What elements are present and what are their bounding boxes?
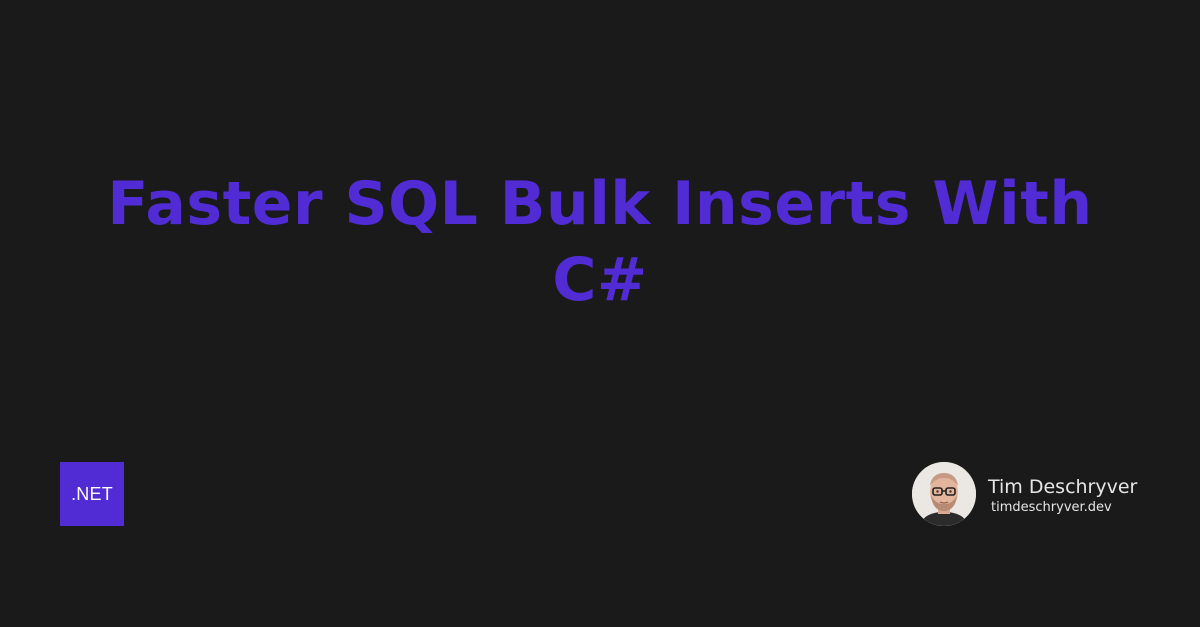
author-avatar xyxy=(912,462,976,526)
author-name: Tim Deschryver xyxy=(988,475,1138,498)
dotnet-badge-label: .NET xyxy=(71,483,113,504)
author-block: Tim Deschryver timdeschryver.dev xyxy=(912,462,1137,526)
dotnet-badge: .NET xyxy=(60,462,124,526)
person-portrait-icon xyxy=(912,462,976,526)
author-website: timdeschryver.dev xyxy=(991,499,1112,515)
social-card: Faster SQL Bulk Inserts With C# .NET Tim… xyxy=(0,0,1200,627)
author-text: Tim Deschryver timdeschryver.dev xyxy=(988,472,1137,517)
article-title: Faster SQL Bulk Inserts With C# xyxy=(107,169,1093,315)
